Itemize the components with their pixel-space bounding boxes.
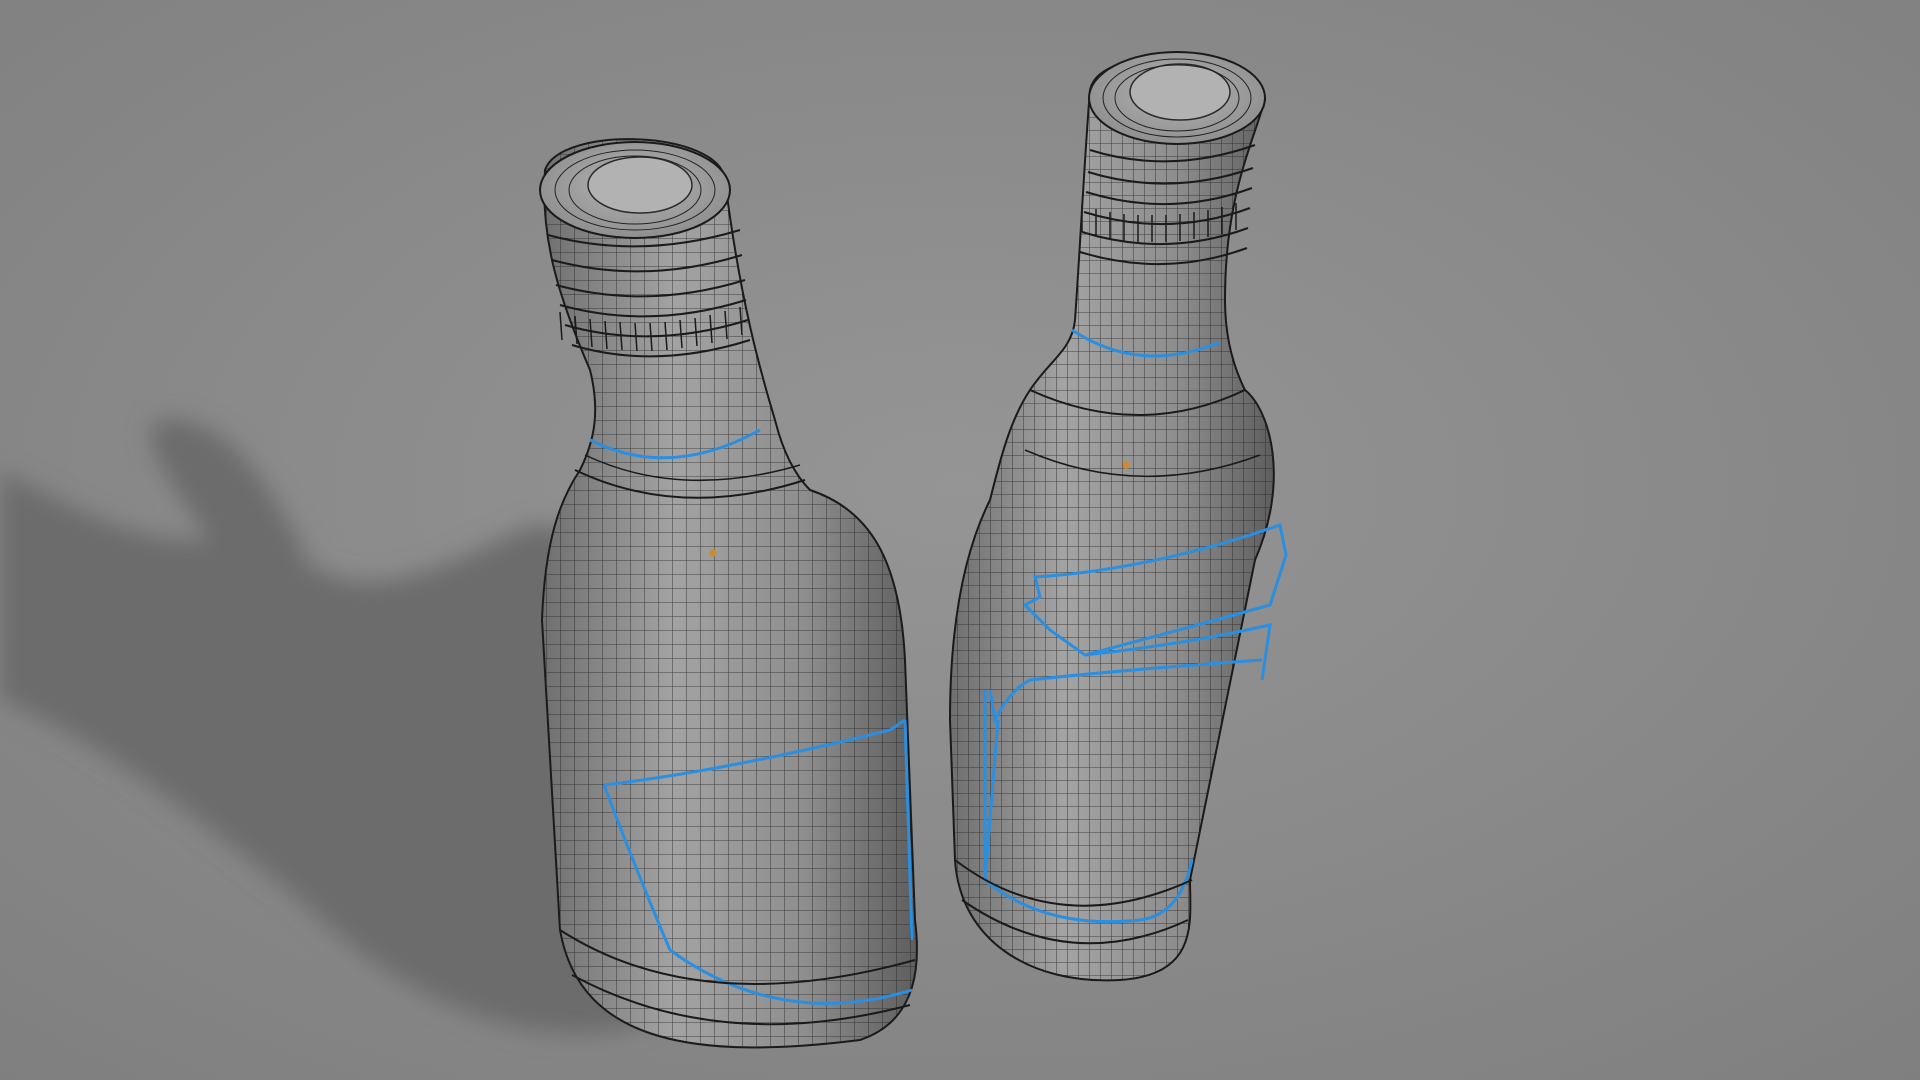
- bottle-right-origin: [1122, 461, 1130, 469]
- viewport-canvas[interactable]: [0, 0, 1920, 1080]
- bottle-left-origin: [709, 549, 717, 557]
- 3d-viewport[interactable]: [0, 0, 1920, 1080]
